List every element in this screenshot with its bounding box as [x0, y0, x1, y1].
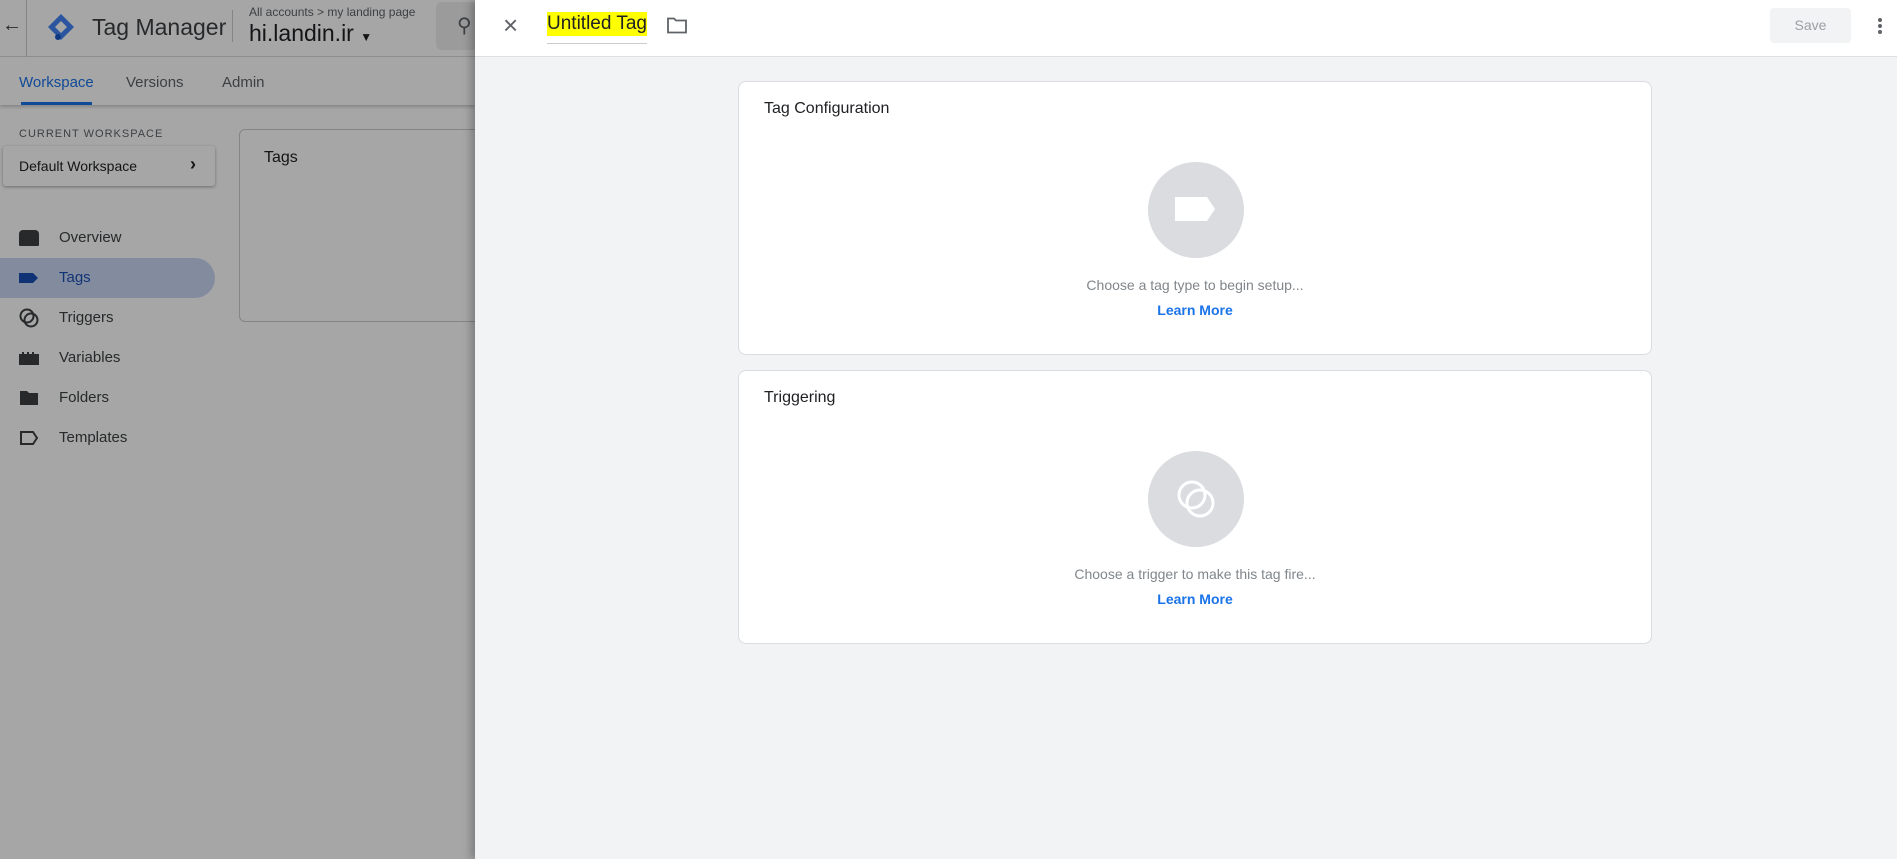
- tag-icon: [1175, 197, 1215, 221]
- triggering-card[interactable]: Triggering Choose a trigger to make this…: [738, 370, 1652, 644]
- tag-name-field[interactable]: Untitled Tag: [547, 12, 647, 44]
- tag-name: Untitled Tag: [547, 12, 647, 36]
- modal-backdrop[interactable]: [0, 0, 475, 859]
- tag-editor-panel: × Untitled Tag Save Tag Configuration Ch…: [475, 0, 1897, 859]
- background-workspace: ← Tag Manager All accounts > my landing …: [0, 0, 475, 859]
- panel-header: × Untitled Tag Save: [475, 0, 1897, 57]
- folder-icon[interactable]: [667, 17, 687, 34]
- card-title: Tag Configuration: [764, 100, 890, 117]
- trigger-placeholder[interactable]: [1148, 451, 1244, 547]
- tag-type-placeholder[interactable]: [1148, 162, 1244, 258]
- more-options-icon[interactable]: [1878, 18, 1882, 34]
- save-button[interactable]: Save: [1770, 8, 1851, 43]
- learn-more-link[interactable]: Learn More: [739, 302, 1651, 318]
- card-hint: Choose a trigger to make this tag fire..…: [1074, 566, 1316, 582]
- learn-more-link[interactable]: Learn More: [739, 591, 1651, 607]
- card-title: Triggering: [764, 389, 836, 406]
- close-icon[interactable]: ×: [503, 12, 518, 38]
- card-hint: Choose a tag type to begin setup...: [1086, 277, 1304, 293]
- trigger-icon: [1177, 480, 1215, 518]
- tag-configuration-card[interactable]: Tag Configuration Choose a tag type to b…: [738, 81, 1652, 355]
